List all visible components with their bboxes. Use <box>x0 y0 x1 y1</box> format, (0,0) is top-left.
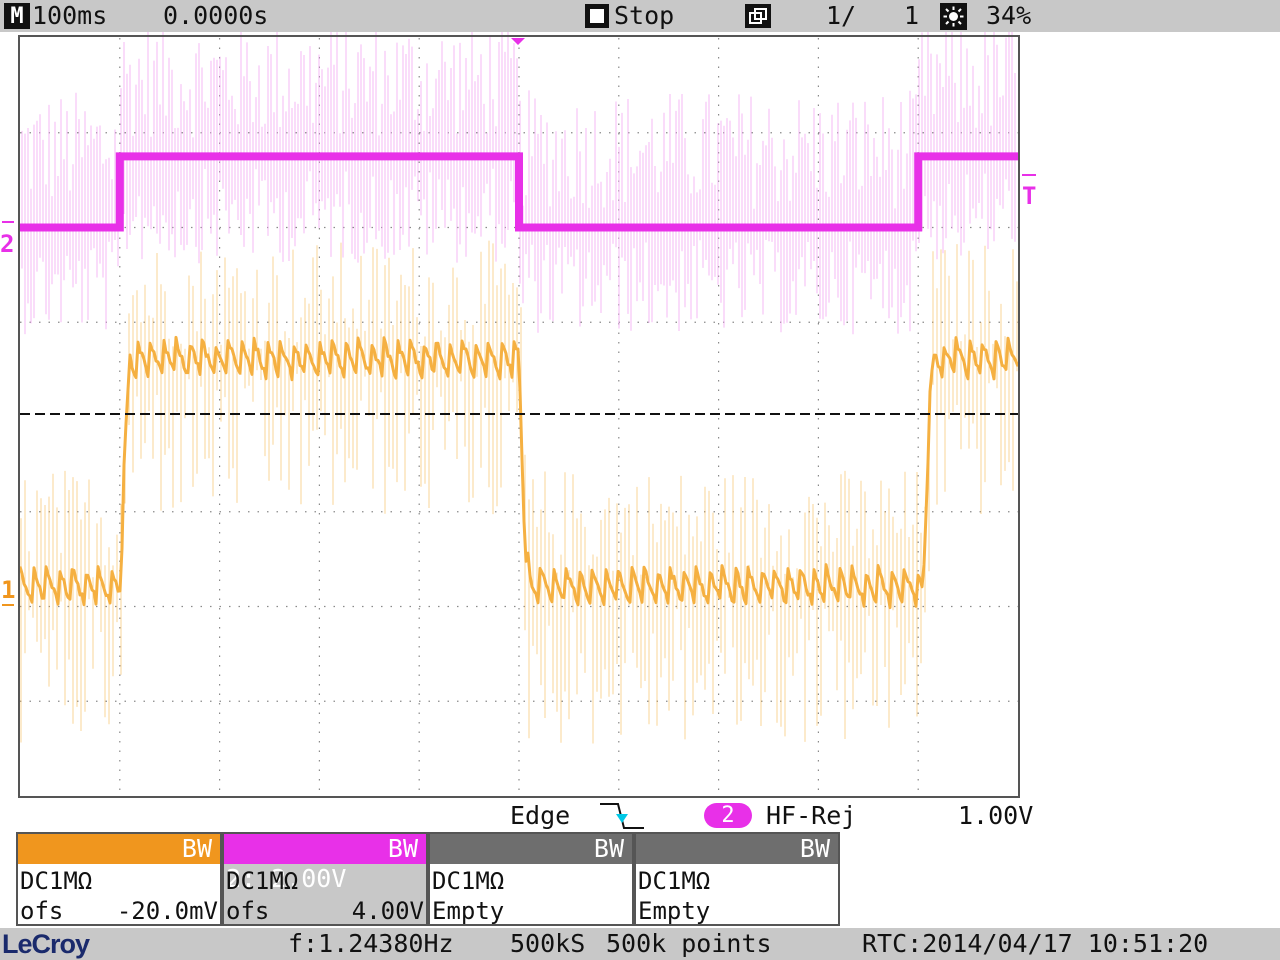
acquisition-total: 1 <box>904 1 920 30</box>
channel-1-header[interactable]: 1:10.0mV BW <box>18 834 220 893</box>
channel-1-bw: BW <box>181 834 212 863</box>
timebase-value[interactable]: 100ms <box>32 0 107 32</box>
channel-2-ofs-value: 4.00V <box>351 897 424 925</box>
record-length: 500k points <box>606 929 772 958</box>
trigger-level[interactable]: 1.00V <box>958 800 1033 832</box>
channel-2-coupling: DC1MΩ <box>226 867 299 895</box>
channel-4-header[interactable]: 4: 20.0V BW <box>636 834 838 893</box>
memory-usage: 34% <box>986 1 1032 30</box>
trigger-source-badge[interactable]: 2 <box>704 803 752 828</box>
ch1-noise <box>20 240 1018 744</box>
channel-3-panel[interactable]: 3: 5.00V BW DC1MΩ Empty <box>428 832 634 926</box>
channel-3-header[interactable]: 3: 5.00V BW <box>430 834 632 893</box>
status-bar: M 100ms 0.0000s Stop 1/ 1 34% <box>0 0 1280 32</box>
lecroy-logo: LeCroy <box>2 929 90 959</box>
trigger-coupling[interactable]: HF-Rej <box>766 800 856 832</box>
trigger-type[interactable]: Edge <box>510 800 570 832</box>
channel-2-bw: BW <box>387 834 418 863</box>
ch2-marker-tick <box>2 221 14 223</box>
ch1-marker-tick <box>2 604 14 606</box>
ch1-trace <box>18 335 1020 610</box>
trigger-info[interactable]: Edge 2 HF-Rej 1.00V <box>0 800 1280 832</box>
channel-2-ofs-label: ofs <box>226 897 270 925</box>
trigger-delay[interactable]: 0.0000s <box>163 0 268 32</box>
real-time-clock: RTC:2014/04/17 10:51:20 <box>862 929 1209 958</box>
channel-3-bw: BW <box>593 834 624 863</box>
sample-rate: 500kS <box>510 929 586 958</box>
channel-1-coupling: DC1MΩ <box>20 867 93 895</box>
run-state[interactable]: Stop <box>614 0 674 32</box>
info-bar: LeCroy f:1.24380Hz 500kS 500k points RTC… <box>0 928 1280 960</box>
channel-1-ofs-label: ofs <box>20 897 64 925</box>
channel-3-status: Empty <box>432 897 505 925</box>
frequency-readout: f:1.24380Hz <box>288 929 454 958</box>
channel-1-ofs-value: -20.0mV <box>116 897 218 925</box>
ch2-offset-marker[interactable]: 2 <box>0 232 14 256</box>
acquisition-count: 1/ <box>826 1 857 30</box>
stop-icon[interactable] <box>585 4 609 28</box>
ch1-waveform <box>18 240 1020 744</box>
channel-2-header[interactable]: 2: 2.00V BW <box>224 834 426 893</box>
channel-2-panel[interactable]: 2: 2.00V BW DC1MΩ ofs 4.00V <box>222 832 428 926</box>
channel-4-panel[interactable]: 4: 20.0V BW DC1MΩ Empty <box>634 832 840 926</box>
timebase-badge-icon: M <box>4 3 30 29</box>
channel-4-bw: BW <box>799 834 830 863</box>
channel-4-coupling: DC1MΩ <box>638 867 711 895</box>
waveform-display[interactable] <box>0 32 1280 800</box>
sequence-icon[interactable] <box>745 4 771 28</box>
trigger-position-marker[interactable] <box>511 38 525 45</box>
ch1-offset-marker[interactable]: 1 <box>1 578 15 602</box>
channel-3-coupling: DC1MΩ <box>432 867 505 895</box>
trigger-level-tick <box>1022 174 1036 176</box>
channel-4-status: Empty <box>638 897 711 925</box>
trigger-level-marker[interactable]: T <box>1022 184 1036 208</box>
brightness-icon[interactable] <box>940 3 967 30</box>
channel-1-panel[interactable]: 1:10.0mV BW DC1MΩ ofs -20.0mV <box>16 832 222 926</box>
falling-edge-icon <box>598 800 646 832</box>
